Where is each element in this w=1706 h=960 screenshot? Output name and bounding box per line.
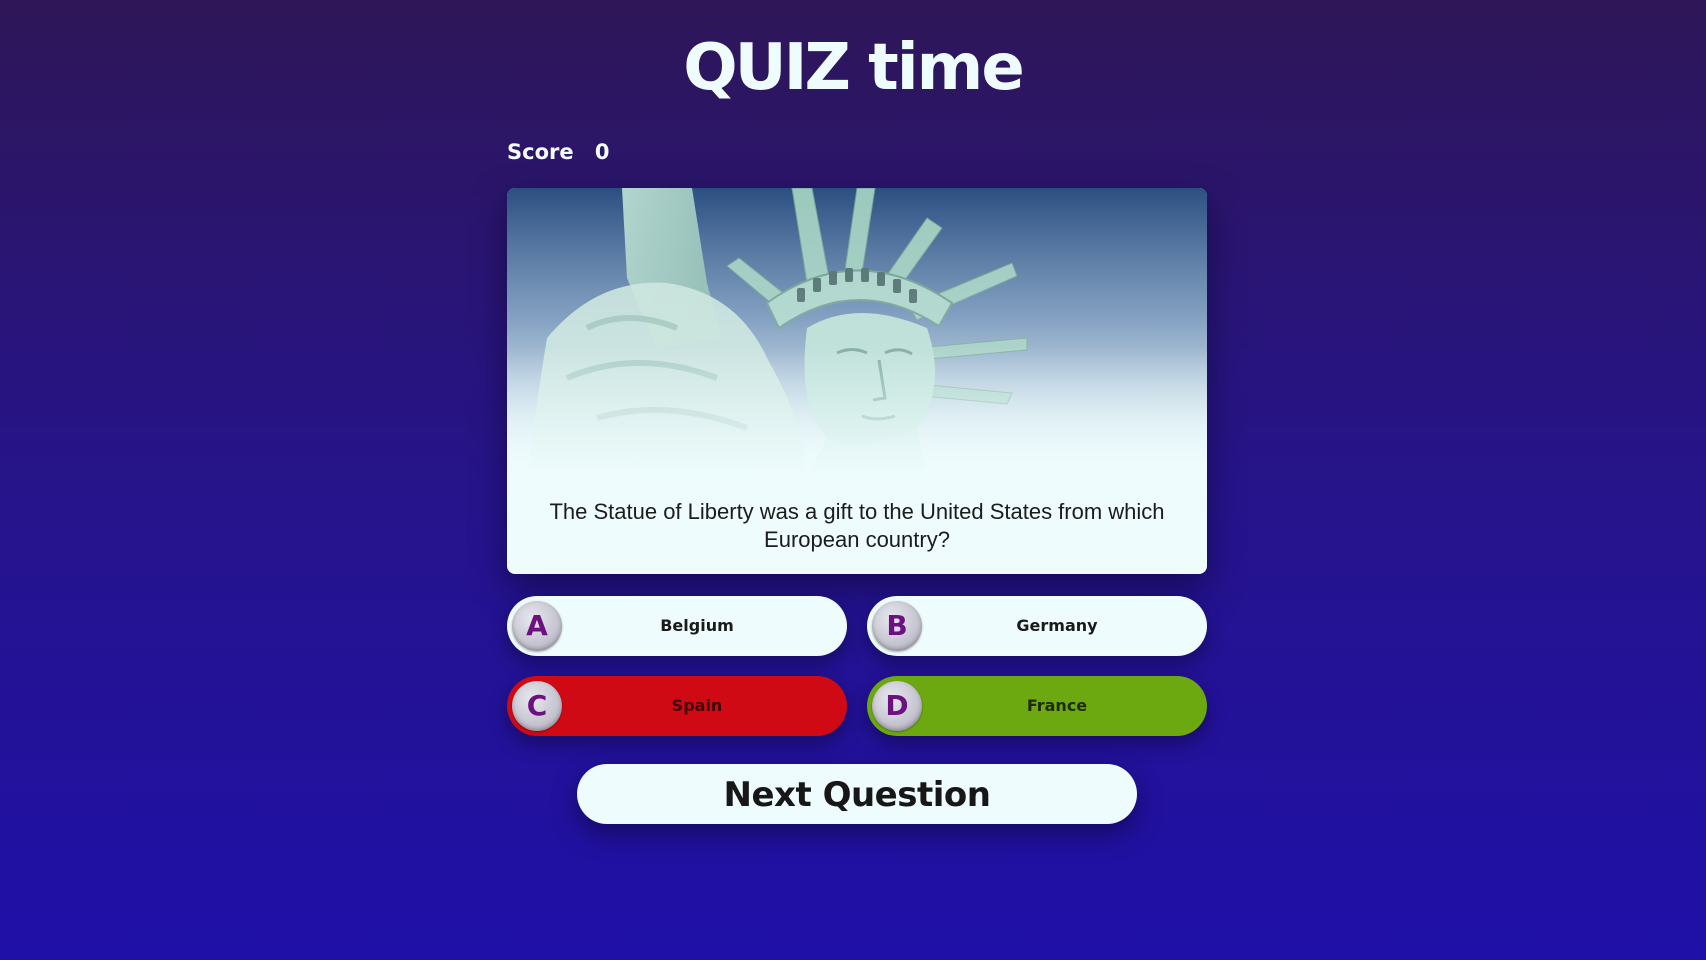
answer-c-button[interactable]: C Spain	[507, 676, 847, 736]
answer-b-letter-badge: B	[872, 601, 922, 651]
question-card: The Statue of Liberty was a gift to the …	[507, 188, 1207, 574]
answer-c-letter-badge: C	[512, 681, 562, 731]
title-time: time	[847, 31, 1025, 105]
answer-d-letter-badge: D	[872, 681, 922, 731]
answer-b-button[interactable]: B Germany	[867, 596, 1207, 656]
answer-d-label: France	[1026, 696, 1088, 715]
answer-a-label: Belgium	[660, 616, 734, 635]
answer-a-button[interactable]: A Belgium	[507, 596, 847, 656]
statue-of-liberty-image	[507, 188, 1207, 478]
score-value: 0	[594, 140, 610, 164]
title-quiz: QUIZ	[683, 31, 851, 105]
answer-a-letter-badge: A	[512, 601, 562, 651]
score-label: Score	[507, 140, 574, 164]
answer-b-label: Germany	[1016, 616, 1098, 635]
question-text: The Statue of Liberty was a gift to the …	[549, 499, 1165, 552]
next-question-button[interactable]: Next Question	[577, 764, 1137, 824]
answer-c-label: Spain	[671, 696, 723, 715]
answer-d-button[interactable]: D France	[867, 676, 1207, 736]
score-display: Score 0	[507, 138, 610, 166]
app-title: QUIZ time	[0, 28, 1706, 108]
